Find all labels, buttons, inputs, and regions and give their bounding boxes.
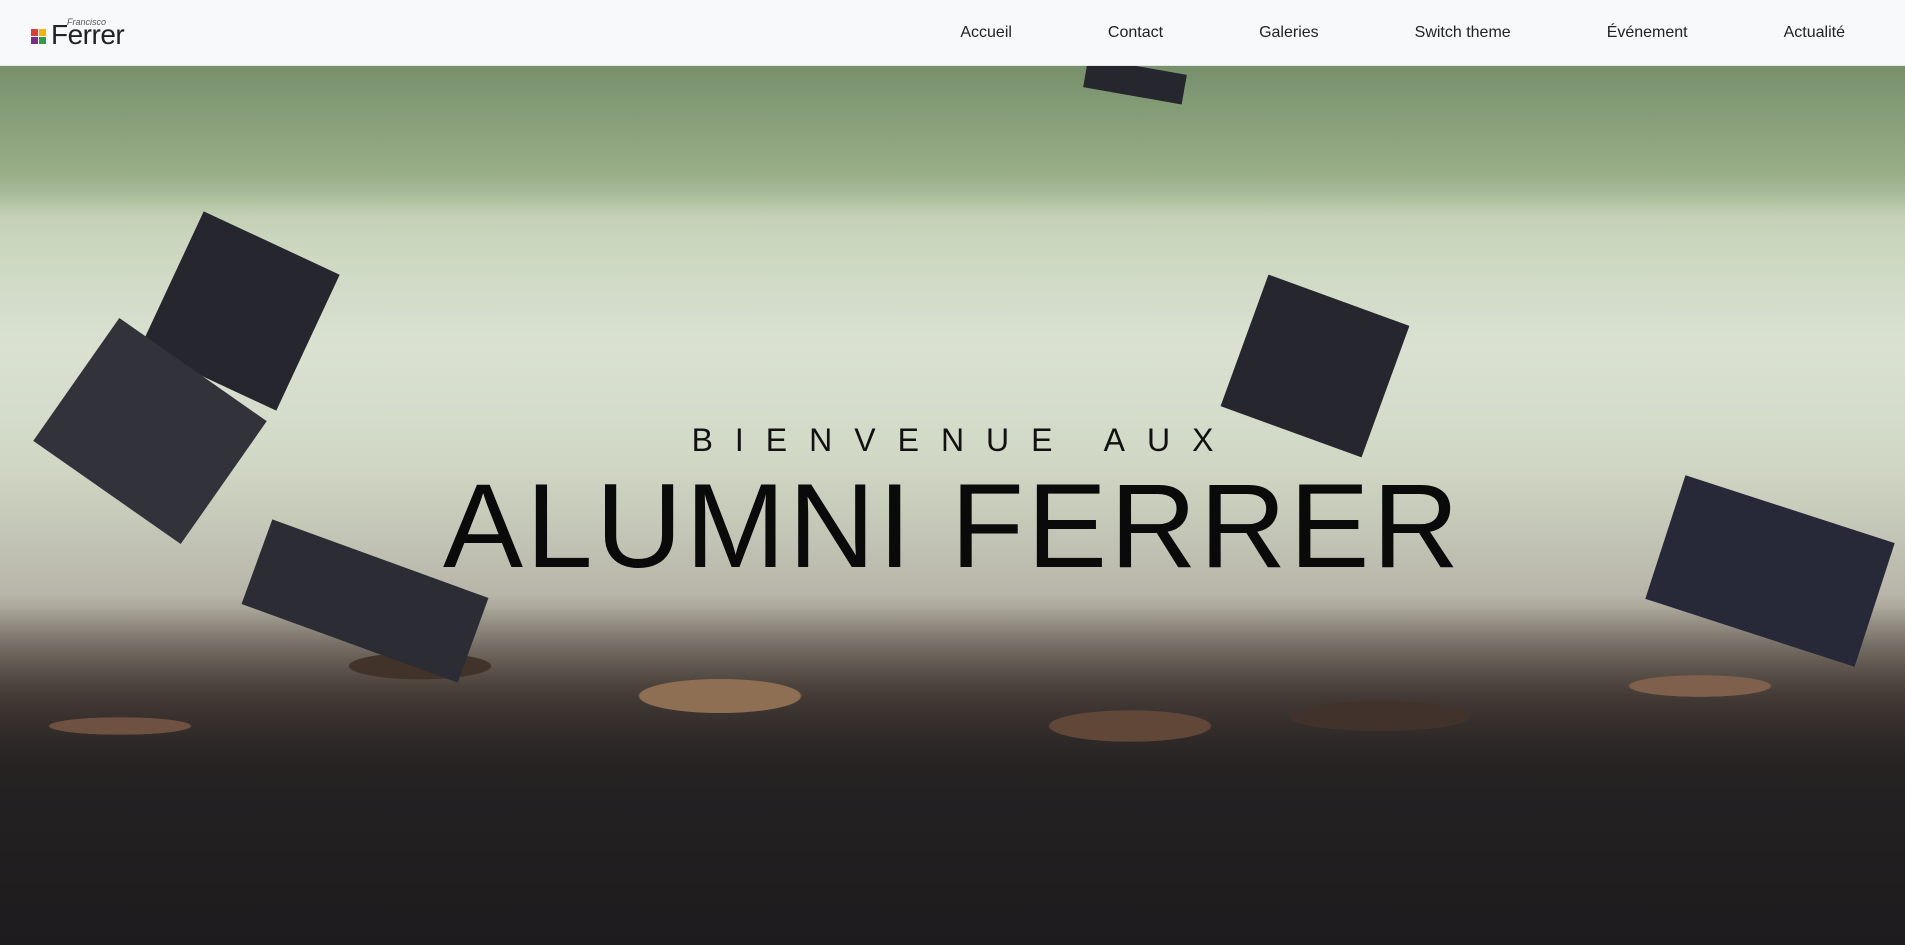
nav-item-switch-theme[interactable]: Switch theme: [1415, 24, 1511, 42]
hero-banner: BIENVENUE AUX ALUMNI FERRER: [0, 66, 1905, 945]
brand-text: Francisco Ferrer: [51, 17, 125, 49]
brand-logo-link[interactable]: Francisco Ferrer: [31, 17, 125, 49]
nav-item-contact[interactable]: Contact: [1108, 24, 1163, 42]
nav-item-actualite[interactable]: Actualité: [1784, 24, 1845, 42]
logo-icon: [31, 29, 47, 45]
brand-small-text: Francisco: [67, 17, 107, 27]
nav-item-accueil[interactable]: Accueil: [960, 24, 1012, 42]
hero-subtitle: BIENVENUE AUX: [691, 422, 1236, 458]
nav-item-evenement[interactable]: Événement: [1607, 24, 1688, 42]
navbar: Francisco Ferrer Accueil Contact Galerie…: [0, 0, 1905, 66]
hero-title: ALUMNI FERRER: [442, 459, 1463, 593]
nav-item-galeries[interactable]: Galeries: [1259, 24, 1319, 42]
nav-menu: Accueil Contact Galeries Switch theme Év…: [960, 0, 1845, 66]
